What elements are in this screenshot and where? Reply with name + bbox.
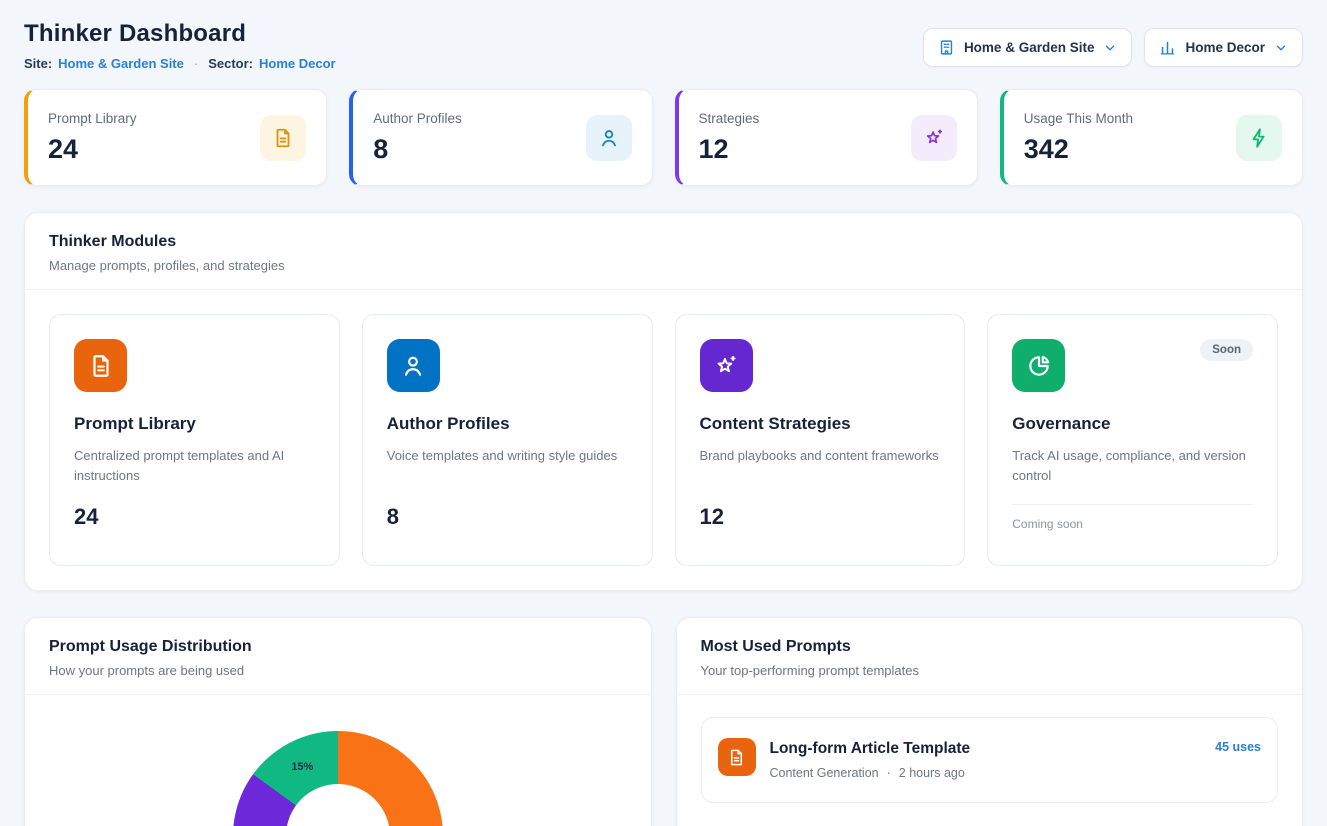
sector-label: Sector:: [208, 56, 253, 71]
sector-link[interactable]: Home Decor: [259, 56, 336, 71]
separator-dot: ·: [887, 766, 891, 780]
stat-value: 24: [48, 134, 137, 165]
module-description: Centralized prompt templates and AI inst…: [74, 446, 315, 486]
site-selector-label: Home & Garden Site: [964, 40, 1095, 55]
sector-selector-label: Home Decor: [1185, 40, 1265, 55]
stat-info: Prompt Library 24: [48, 111, 137, 165]
prompts-card-title: Most Used Prompts: [701, 638, 1279, 656]
stat-card-author-profiles: Author Profiles 8: [349, 89, 652, 186]
thinker-modules-card: Thinker Modules Manage prompts, profiles…: [24, 212, 1303, 591]
lightning-icon: [1236, 115, 1282, 161]
prompt-info: Long-form Article Template Content Gener…: [770, 740, 1202, 780]
prompt-list-item[interactable]: Long-form Article Template Content Gener…: [701, 717, 1279, 803]
site-link[interactable]: Home & Garden Site: [58, 56, 184, 71]
header-actions: Home & Garden Site Home Decor: [923, 28, 1303, 67]
document-icon: [718, 738, 756, 776]
prompt-meta: Content Generation · 2 hours ago: [770, 766, 1202, 780]
separator-dot: ·: [194, 56, 198, 71]
stat-info: Author Profiles 8: [373, 111, 462, 165]
sparkle-star-icon: [700, 339, 753, 392]
module-card-author-profiles[interactable]: Author Profiles Voice templates and writ…: [362, 314, 653, 566]
module-card-governance[interactable]: Soon Governance Track AI usage, complian…: [987, 314, 1278, 566]
stat-label: Strategies: [699, 111, 760, 126]
modules-header: Thinker Modules Manage prompts, profiles…: [25, 213, 1302, 290]
usage-card-body: 15%: [25, 695, 651, 826]
stat-card-strategies: Strategies 12: [675, 89, 978, 186]
divider: [1012, 504, 1253, 505]
donut-chart: 15%: [233, 731, 443, 826]
coming-soon-text: Coming soon: [1012, 517, 1253, 531]
stats-row: Prompt Library 24 Author Profiles 8 Stra…: [24, 89, 1303, 186]
pie-chart-icon: [1012, 339, 1065, 392]
prompt-title: Long-form Article Template: [770, 740, 1202, 758]
module-top: [387, 339, 628, 392]
sector-selector-dropdown[interactable]: Home Decor: [1144, 28, 1303, 67]
module-top: [700, 339, 941, 392]
header-title-block: Thinker Dashboard Site: Home & Garden Si…: [24, 20, 336, 71]
stat-card-prompt-library: Prompt Library 24: [24, 89, 327, 186]
prompt-time: 2 hours ago: [899, 766, 965, 780]
bottom-row: Prompt Usage Distribution How your promp…: [24, 617, 1303, 826]
module-value: 12: [700, 504, 941, 530]
module-title: Prompt Library: [74, 414, 315, 434]
stat-value: 342: [1024, 134, 1133, 165]
most-used-prompts-card: Most Used Prompts Your top-performing pr…: [676, 617, 1304, 826]
usage-card-title: Prompt Usage Distribution: [49, 638, 627, 656]
modules-subtitle: Manage prompts, profiles, and strategies: [49, 258, 1278, 273]
prompt-category: Content Generation: [770, 766, 879, 780]
donut-segment-label: 15%: [291, 761, 313, 773]
module-top: Soon: [1012, 339, 1253, 392]
chevron-down-icon: [1274, 41, 1288, 55]
stat-info: Usage This Month 342: [1024, 111, 1133, 165]
document-icon: [260, 115, 306, 161]
stat-info: Strategies 12: [699, 111, 760, 165]
document-icon: [74, 339, 127, 392]
stat-label: Usage This Month: [1024, 111, 1133, 126]
modules-grid: Prompt Library Centralized prompt templa…: [25, 290, 1302, 590]
prompt-uses-badge: 45 uses: [1215, 740, 1261, 754]
usage-distribution-card: Prompt Usage Distribution How your promp…: [24, 617, 652, 826]
usage-card-subtitle: How your prompts are being used: [49, 663, 627, 678]
prompts-card-subtitle: Your top-performing prompt templates: [701, 663, 1279, 678]
page-title: Thinker Dashboard: [24, 20, 336, 48]
module-card-prompt-library[interactable]: Prompt Library Centralized prompt templa…: [49, 314, 340, 566]
module-title: Author Profiles: [387, 414, 628, 434]
header: Thinker Dashboard Site: Home & Garden Si…: [24, 20, 1303, 71]
donut-hole: [286, 784, 390, 826]
prompts-card-body: Long-form Article Template Content Gener…: [677, 695, 1303, 825]
module-top: [74, 339, 315, 392]
module-title: Content Strategies: [700, 414, 941, 434]
bar-chart-icon: [1159, 39, 1176, 56]
module-description: Voice templates and writing style guides: [387, 446, 628, 486]
module-value: 24: [74, 504, 315, 530]
user-icon: [586, 115, 632, 161]
site-selector-dropdown[interactable]: Home & Garden Site: [923, 28, 1133, 67]
stat-value: 8: [373, 134, 462, 165]
donut-chart-wrap: 15%: [49, 731, 627, 826]
sparkle-star-icon: [911, 115, 957, 161]
module-card-content-strategies[interactable]: Content Strategies Brand playbooks and c…: [675, 314, 966, 566]
modules-title: Thinker Modules: [49, 233, 1278, 251]
module-value: 8: [387, 504, 628, 530]
dashboard-page: Thinker Dashboard Site: Home & Garden Si…: [0, 0, 1327, 826]
soon-badge: Soon: [1200, 339, 1253, 361]
stat-card-usage: Usage This Month 342: [1000, 89, 1303, 186]
prompts-card-header: Most Used Prompts Your top-performing pr…: [677, 618, 1303, 695]
module-description: Track AI usage, compliance, and version …: [1012, 446, 1253, 486]
site-label: Site:: [24, 56, 52, 71]
user-icon: [387, 339, 440, 392]
site-sector-line: Site: Home & Garden Site · Sector: Home …: [24, 56, 336, 71]
usage-card-header: Prompt Usage Distribution How your promp…: [25, 618, 651, 695]
stat-label: Prompt Library: [48, 111, 137, 126]
module-description: Brand playbooks and content frameworks: [700, 446, 941, 486]
chevron-down-icon: [1103, 41, 1117, 55]
stat-value: 12: [699, 134, 760, 165]
stat-label: Author Profiles: [373, 111, 462, 126]
module-title: Governance: [1012, 414, 1253, 434]
building-icon: [938, 39, 955, 56]
